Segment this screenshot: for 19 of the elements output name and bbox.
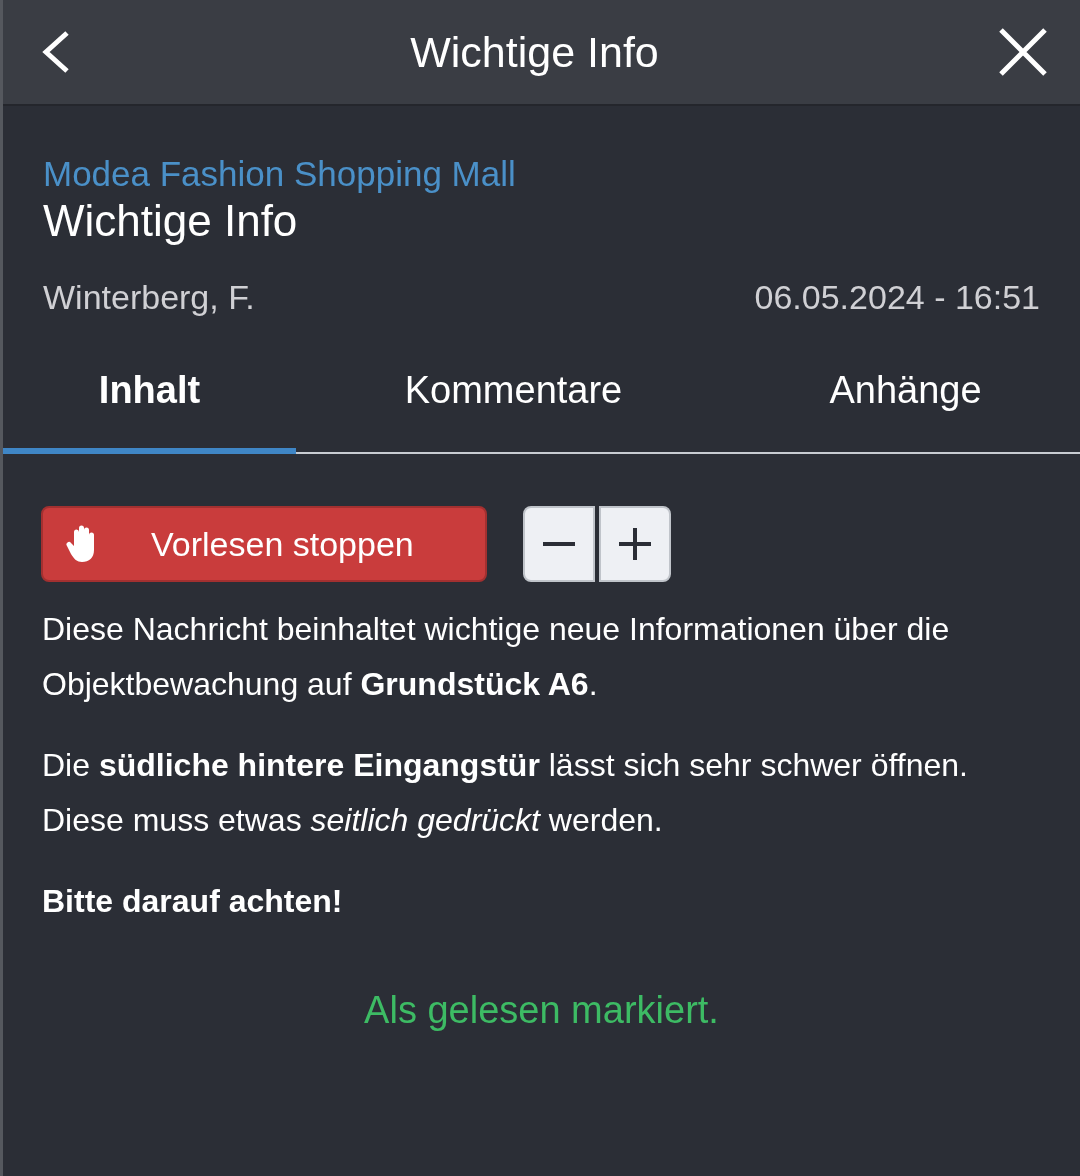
message-paragraph: Die südliche hintere Eingangstür lässt sich sehr schwer öffnen. Diese muss etwas seitlich gedrückt werden. [42, 746, 969, 840]
tab[interactable]: Kommentare [296, 351, 731, 454]
back-icon[interactable] [41, 30, 71, 74]
screen-title: Wichtige Info [410, 27, 659, 77]
tab[interactable]: Inhalt [3, 351, 296, 454]
message-paragraph: Bitte darauf achten! [42, 882, 344, 921]
increase-button[interactable] [599, 506, 671, 582]
read-status: Als gelesen markiert. [363, 989, 720, 1032]
stop-reading-button[interactable]: Vorlesen stoppen [41, 506, 487, 582]
tab[interactable]: Anhänge [731, 351, 1080, 454]
timestamp: 06.05.2024 - 16:51 [754, 278, 1040, 317]
message-paragraph: Diese Nachricht beinhaltet wichtige neue Informationen über die Objektbewachung auf Grundstück A6. [42, 610, 951, 704]
message-title: Wichtige Info [43, 196, 299, 246]
decrease-button[interactable] [523, 506, 595, 582]
minus-icon [543, 542, 575, 546]
close-icon[interactable] [998, 27, 1048, 77]
source-link[interactable]: Modea Fashion Shopping Mall [43, 154, 516, 194]
plus-icon [619, 528, 651, 560]
author-name: Winterberg, F. [43, 278, 255, 317]
